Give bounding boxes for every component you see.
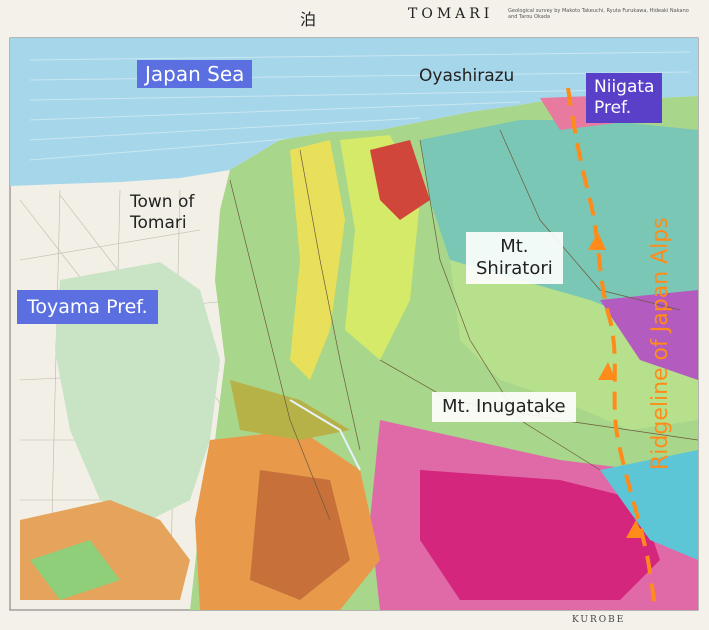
mt-shiratori-label: Mt. Shiratori xyxy=(466,232,563,284)
mt-inugatake-label: Mt. Inugatake xyxy=(432,392,576,422)
map-bottom-title: KUROBE xyxy=(572,615,626,625)
ridgeline-label: Ridgeline of Japan Alps xyxy=(648,217,673,470)
shiratori-line1: Mt. xyxy=(500,236,529,257)
town-of-tomari-label: Town of Tomari xyxy=(130,192,194,234)
niigata-line1: Niigata xyxy=(594,77,655,97)
town-line1: Town of xyxy=(130,192,195,212)
niigata-pref-label: Niigata Pref. xyxy=(586,73,663,123)
toyama-pref-label: Toyama Pref. xyxy=(17,290,158,324)
niigata-line2: Pref. xyxy=(594,98,632,118)
japan-sea-label: Japan Sea xyxy=(137,60,253,88)
town-line2: Tomari xyxy=(130,213,187,233)
map-sheet: 泊 TOMARI Geological survey by Makoto Tak… xyxy=(0,0,709,630)
shiratori-line2: Shiratori xyxy=(476,258,553,279)
oyashirazu-label: Oyashirazu xyxy=(419,66,515,86)
